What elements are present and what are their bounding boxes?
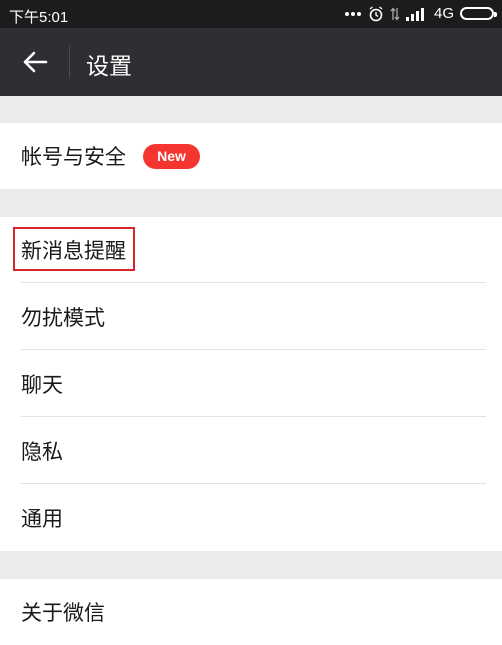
new-badge: New [143,144,200,169]
settings-item-do-not-disturb[interactable]: 勿扰模式 [0,284,502,350]
title-divider [69,46,70,78]
alarm-icon [368,5,384,22]
section-gap [0,189,502,217]
battery-icon [460,7,497,20]
settings-item-label: 帐号与安全 [21,145,126,169]
network-type: 4G [433,5,454,22]
status-icons: 4G [344,5,497,22]
settings-item-general[interactable]: 通用 [0,485,502,551]
more-dots-icon [344,11,362,17]
settings-item-label: 隐私 [21,440,63,464]
status-bar: 下午5:01 4G [0,0,502,28]
row-divider [21,483,486,484]
row-divider [21,282,486,283]
page-title: 设置 [86,54,132,80]
settings-item-account-security[interactable]: 帐号与安全 New [0,123,502,189]
settings-item-about-wechat[interactable]: 关于微信 [0,579,502,645]
row-divider [21,349,486,350]
settings-item-label: 关于微信 [21,601,105,625]
section-gap [0,96,502,123]
section-gap [0,551,502,579]
settings-item-label: 聊天 [21,373,63,397]
highlight-outline [13,227,135,271]
arrow-left-icon [23,51,48,73]
signal-icon [405,7,428,21]
data-transfer-icon [390,6,400,21]
settings-item-privacy[interactable]: 隐私 [0,418,502,484]
settings-item-chat[interactable]: 聊天 [0,351,502,417]
settings-item-label: 勿扰模式 [21,306,105,330]
settings-item-label: 通用 [21,507,63,531]
row-divider [21,416,486,417]
status-time: 下午5:01 [9,9,69,26]
title-bar: 设置 [0,28,502,96]
back-button[interactable] [14,48,56,76]
